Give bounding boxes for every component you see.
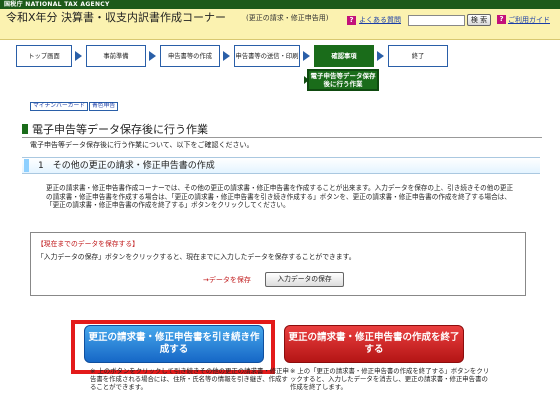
step-send-print: 申告書等の送信・印刷: [234, 45, 300, 67]
help-area: ? よくある質問: [347, 15, 401, 25]
tag-mynumber-card: マイナンバーカード: [30, 102, 89, 111]
step-arrow-icon: [75, 51, 82, 61]
search-button[interactable]: 検 索: [467, 14, 491, 26]
question-icon: ?: [497, 15, 506, 24]
usage-guide-link[interactable]: ご利用ガイド: [508, 15, 550, 25]
continue-creating-button[interactable]: 更正の請求書・修正申告書を引き続き作成する: [84, 325, 264, 363]
body-text: 更正の請求書・修正申告書作成コーナーでは、その他の更正の請求書・修正申告書を作成…: [46, 184, 514, 209]
save-box-label: 【現在までのデータを保存する】: [37, 240, 139, 248]
step-arrow-icon: [149, 51, 156, 61]
question-icon: ?: [347, 15, 356, 25]
save-data-box: 【現在までのデータを保存する】 「入力データの保存」ボタンをクリックすると、現在…: [30, 232, 526, 296]
top-banner: 国税庁 NATIONAL TAX AGENCY: [0, 0, 560, 9]
app-title: 令和X年分 決算書・収支内訳書作成コーナー: [6, 11, 227, 24]
section-title: 電子申告等データ保存後に行う作業: [22, 124, 542, 138]
section-description: 電子申告等データ保存後に行う作業について、以下をご確認ください。: [30, 141, 254, 149]
step-preparation: 事前準備: [86, 45, 146, 67]
subsection-title: 1 その他の更正の請求・修正申告書の作成: [38, 161, 215, 171]
finish-creating-button[interactable]: 更正の請求書・修正申告書の作成を終了する: [284, 325, 464, 363]
note-finish: ※ 上の「更正の請求書・修正申告書の作成を終了する」ボタンをクリックすると、入力…: [290, 367, 490, 391]
section-marker: [22, 124, 28, 134]
save-input-data-button[interactable]: 入力データの保存: [265, 272, 344, 287]
step-finish: 終了: [388, 45, 448, 67]
tag-blue-return: 青色申告: [89, 102, 119, 111]
step-confirm: 確認事項: [314, 45, 374, 67]
substep-current: 電子申告等データ保存後に行う作業: [307, 69, 379, 91]
subsection-marker: [24, 159, 29, 172]
save-box-description: 「入力データの保存」ボタンをクリックすると、現在までに入力したデータを保存するこ…: [37, 253, 356, 261]
app-header: 令和X年分 決算書・収支内訳書作成コーナー (更正の請求・修正申告用) ? よく…: [0, 9, 560, 40]
step-arrow-icon: [223, 51, 230, 61]
agency-logo: 国税庁 NATIONAL TAX AGENCY: [4, 1, 110, 8]
step-create: 申告書等の作成: [160, 45, 220, 67]
app-subtitle: (更正の請求・修正申告用): [246, 14, 329, 22]
step-arrow-icon: [303, 51, 310, 61]
step-arrow-icon: [377, 51, 384, 61]
note-continue: ※ 上のボタンをクリックして引き続きその他の更正の請求書・修正申告書を作成される…: [90, 367, 289, 391]
search-input[interactable]: [408, 15, 465, 26]
save-arrow-text: →データを保存: [203, 276, 251, 284]
faq-link[interactable]: よくある質問: [359, 15, 401, 25]
step-top: トップ画面: [16, 45, 72, 67]
subsection-header: 1 その他の更正の請求・修正申告書の作成: [22, 157, 540, 174]
